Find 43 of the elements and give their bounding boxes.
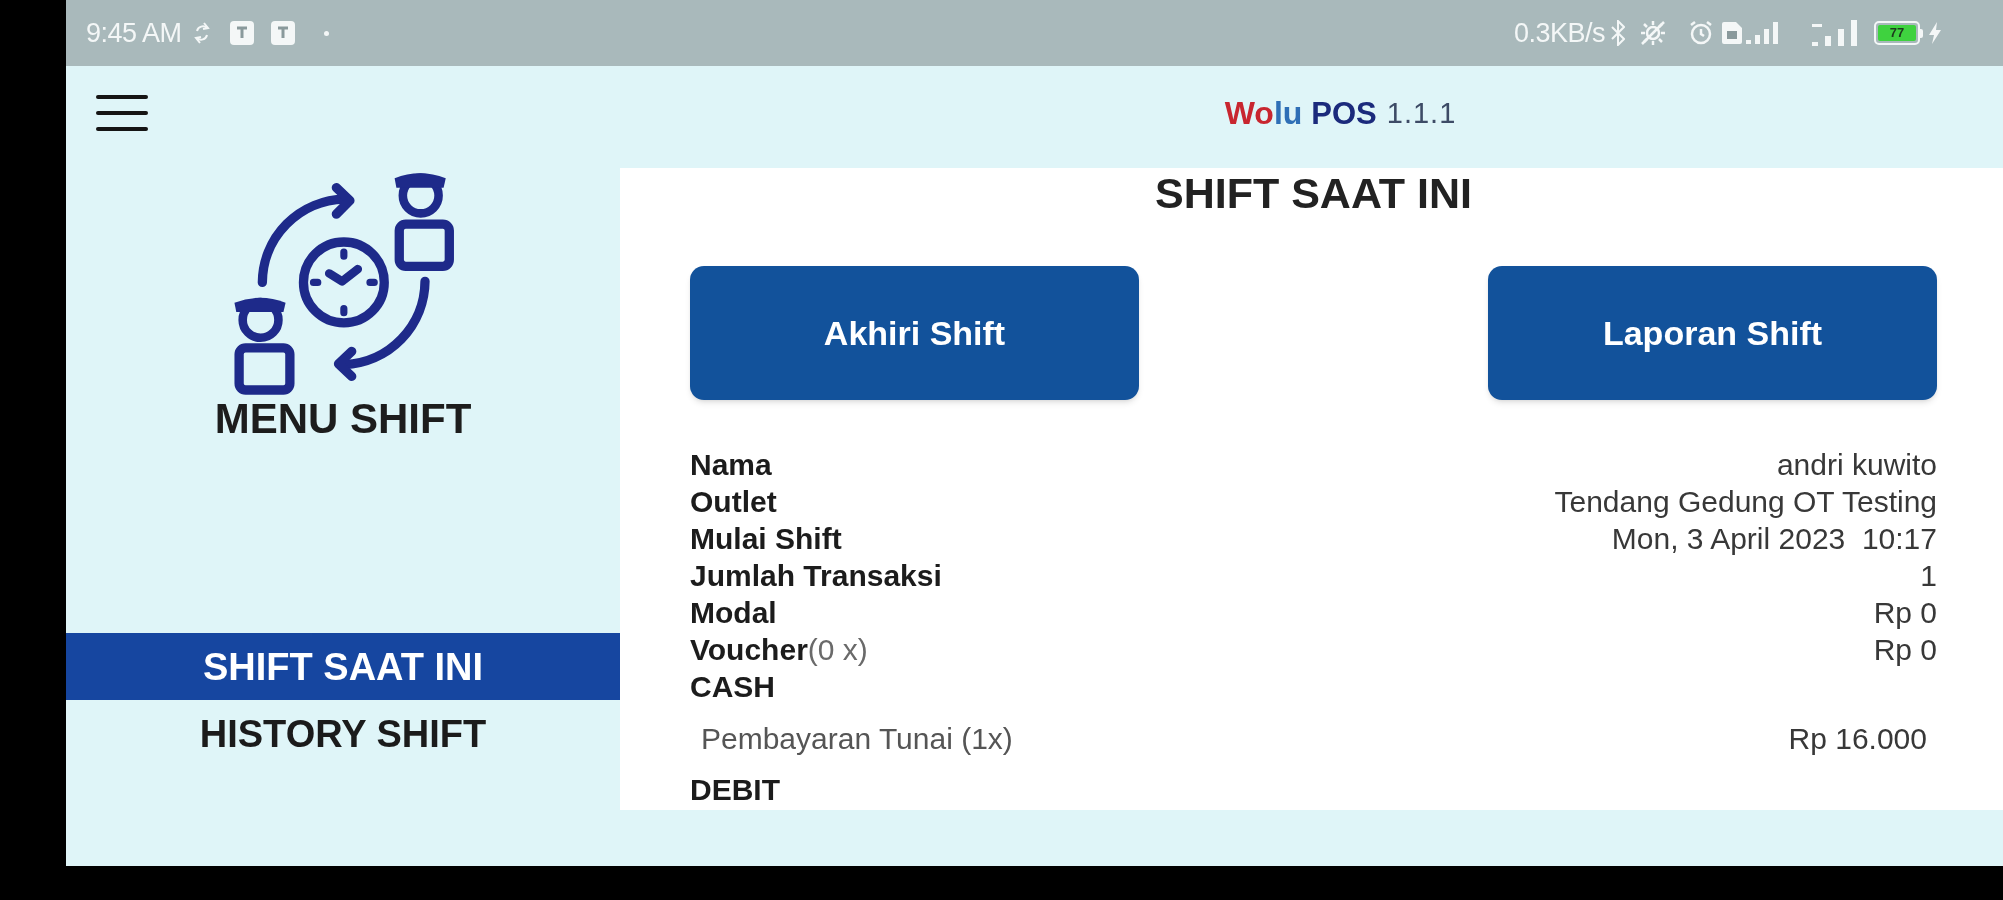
status-time: 9:45 AM [86, 19, 182, 47]
signal-icon [1812, 20, 1860, 46]
charging-icon [1929, 22, 1941, 44]
sync-icon [193, 22, 210, 44]
field-label: Jumlah Transaksi [690, 558, 942, 594]
field-label: Voucher [690, 632, 808, 668]
section-title: SHIFT SAAT INI [1155, 168, 1472, 218]
signal-icon [1746, 22, 1778, 44]
field-note: (0 x) [807, 632, 868, 668]
alarm-clock-icon [1689, 20, 1713, 46]
brand-name: lu [1273, 97, 1303, 129]
field-value: Rp 0 [1873, 595, 1937, 631]
field-value: Rp 0 [1873, 632, 1937, 668]
field-label: Mulai Shift [690, 521, 842, 557]
field-value: Tendang Gedung OT Testing [1554, 484, 1937, 520]
section-heading: CASH [690, 669, 775, 705]
menu-icon [96, 95, 148, 131]
network-speed: 0.3KB/s [1513, 19, 1605, 47]
field-label: Outlet [690, 484, 777, 520]
product-name: POS [1311, 97, 1377, 129]
sidebar-item[interactable]: SHIFT SAAT INI [66, 633, 620, 700]
app-icon [229, 21, 254, 45]
action-button[interactable]: Akhiri Shift [690, 266, 1139, 400]
payment-label: Pembayaran Tunai (1x) [701, 720, 1013, 757]
sidebar-item[interactable]: HISTORY SHIFT [66, 700, 620, 767]
battery-percent: 77 [1878, 25, 1916, 41]
field-label: Modal [690, 595, 777, 631]
bluetooth-icon [1611, 20, 1625, 46]
field-value: Mon, 3 April 2023 10:17 [1611, 521, 1937, 557]
gear-slash-icon [1639, 19, 1667, 47]
field-value: 1 [1920, 558, 1937, 594]
field-label: Nama [690, 447, 772, 483]
app-icon [270, 21, 295, 45]
payment-amount: Rp 16.000 [1788, 720, 1927, 757]
brand-name: Wo [1224, 97, 1274, 129]
sidebar-title: MENU SHIFT [214, 395, 472, 443]
card-icon [1722, 22, 1742, 44]
action-button[interactable]: Laporan Shift [1488, 266, 1937, 400]
field-value: andri kuwito [1776, 447, 1937, 483]
section-heading: DEBIT [690, 772, 780, 808]
dot-icon [323, 30, 329, 36]
app-version: 1.1.1 [1386, 98, 1457, 128]
menu-button[interactable] [96, 95, 148, 131]
